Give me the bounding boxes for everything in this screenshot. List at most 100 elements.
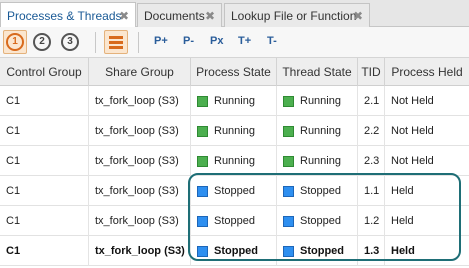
column-header-control-group[interactable]: Control Group: [0, 58, 89, 86]
toolbar: 1 2 3 P+ P- Px T+ T-: [0, 27, 469, 58]
cell-share-group-text: tx_fork_loop (S3): [95, 245, 185, 257]
focus-button-1[interactable]: 1: [6, 33, 24, 51]
cell-share-group-text: tx_fork_loop (S3): [95, 125, 179, 137]
cell-process-state-text: Stopped: [214, 245, 258, 257]
cell-process-held: Held: [385, 206, 469, 236]
table-row[interactable]: C1 tx_fork_loop (S3) Running Running 2.3 Not …: [0, 146, 469, 176]
cell-process-held-text: Not Held: [391, 155, 434, 167]
stopped-status-icon: [283, 245, 294, 257]
cell-tid: 2.2: [358, 116, 385, 146]
thread-next-button[interactable]: T+: [238, 35, 251, 47]
table-row[interactable]: C1 tx_fork_loop (S3) Running Running 2.1 Not …: [0, 86, 469, 116]
column-header-process-state[interactable]: Process State: [191, 58, 277, 86]
toolbar-divider: [138, 32, 139, 53]
cell-thread-state-text: Stopped: [300, 215, 341, 227]
cell-control-group: C1: [0, 86, 89, 116]
column-header-thread-state[interactable]: Thread State: [277, 58, 358, 86]
cell-tid: 1.3: [358, 236, 385, 266]
tab-label: Documents: [144, 8, 205, 23]
running-status-icon: [197, 95, 208, 107]
cell-tid-text: 2.2: [364, 125, 380, 137]
cell-thread-state-text: Running: [300, 155, 341, 167]
stopped-status-icon: [197, 245, 208, 257]
cell-process-held: Not Held: [385, 116, 469, 146]
cell-tid: 1.2: [358, 206, 385, 236]
running-status-icon: [197, 125, 208, 137]
cell-control-group: C1: [0, 116, 89, 146]
cell-process-held-text: Held: [391, 215, 414, 227]
cell-thread-state-text: Running: [300, 125, 341, 137]
cell-process-state-text: Running: [214, 155, 255, 167]
table-row[interactable]: C1 tx_fork_loop (S3) Stopped Stopped 1.3 Held: [0, 236, 469, 266]
lines-icon[interactable]: [104, 30, 128, 54]
table-row[interactable]: C1 tx_fork_loop (S3) Stopped Stopped 1.2 Held: [0, 206, 469, 236]
cell-process-held-text: Held: [391, 185, 414, 197]
cell-thread-state-text: Running: [300, 95, 341, 107]
stopped-status-icon: [197, 215, 208, 227]
focus-button-3[interactable]: 3: [61, 33, 79, 51]
cell-process-held-text: Not Held: [391, 125, 434, 137]
tab-lookup-file-function[interactable]: Lookup File or Function ✖: [224, 3, 370, 27]
process-close-button[interactable]: Px: [210, 35, 223, 47]
cell-share-group-text: tx_fork_loop (S3): [95, 215, 179, 227]
cell-process-state-text: Running: [214, 125, 255, 137]
cell-thread-state: Stopped: [277, 176, 358, 206]
close-icon[interactable]: ✖: [353, 10, 363, 22]
cell-process-held: Held: [385, 236, 469, 266]
focus-button-2[interactable]: 2: [33, 33, 51, 51]
cell-process-state: Running: [191, 146, 277, 176]
cell-control-group: C1: [0, 176, 89, 206]
tab-documents[interactable]: Documents ✖: [137, 3, 222, 27]
cell-tid-text: 2.1: [364, 95, 380, 107]
cell-thread-state: Stopped: [277, 206, 358, 236]
cell-tid-text: 1.3: [364, 245, 380, 257]
cell-control-group: C1: [0, 236, 89, 266]
cell-control-group: C1: [0, 206, 89, 236]
cell-process-state-text: Stopped: [214, 185, 255, 197]
stopped-status-icon: [283, 215, 294, 227]
cell-thread-state-text: Stopped: [300, 185, 341, 197]
table-row[interactable]: C1 tx_fork_loop (S3) Stopped Stopped 1.1 Held: [0, 176, 469, 206]
cell-process-held-text: Not Held: [391, 95, 434, 107]
cell-process-state: Stopped: [191, 236, 277, 266]
process-prev-button[interactable]: P-: [183, 35, 194, 47]
cell-share-group: tx_fork_loop (S3): [89, 86, 191, 116]
cell-control-group-text: C1: [6, 215, 21, 227]
thread-prev-button[interactable]: T-: [267, 35, 277, 47]
cell-share-group: tx_fork_loop (S3): [89, 236, 191, 266]
tab-bar: Processes & Threads ✖ Documents ✖ Lookup…: [0, 0, 469, 28]
tab-label: Lookup File or Function: [231, 8, 357, 23]
cell-thread-state: Running: [277, 86, 358, 116]
cell-tid-text: 1.2: [364, 215, 380, 227]
cell-process-state-text: Running: [214, 95, 255, 107]
cell-control-group-text: C1: [6, 245, 21, 257]
cell-tid: 2.3: [358, 146, 385, 176]
cell-share-group: tx_fork_loop (S3): [89, 116, 191, 146]
cell-share-group-text: tx_fork_loop (S3): [95, 95, 179, 107]
cell-control-group-text: C1: [6, 95, 21, 107]
table-row[interactable]: C1 tx_fork_loop (S3) Running Running 2.2 Not …: [0, 116, 469, 146]
tab-label: Processes & Threads: [7, 8, 122, 23]
tab-processes-threads[interactable]: Processes & Threads ✖: [0, 2, 136, 28]
toolbar-divider: [95, 32, 96, 53]
cell-share-group-text: tx_fork_loop (S3): [95, 155, 179, 167]
running-status-icon: [283, 155, 294, 167]
table-header: Control Group Share Group Process State …: [0, 58, 469, 86]
cell-control-group: C1: [0, 146, 89, 176]
cell-thread-state: Running: [277, 146, 358, 176]
column-header-tid[interactable]: TID: [358, 58, 385, 86]
cell-control-group-text: C1: [6, 155, 21, 167]
process-next-button[interactable]: P+: [154, 35, 168, 47]
cell-process-state-text: Stopped: [214, 215, 255, 227]
cell-tid: 1.1: [358, 176, 385, 206]
cell-process-state: Running: [191, 116, 277, 146]
column-header-process-held[interactable]: Process Held: [385, 58, 469, 86]
running-status-icon: [283, 125, 294, 137]
cell-thread-state-text: Stopped: [300, 245, 344, 257]
column-header-share-group[interactable]: Share Group: [89, 58, 191, 86]
cell-process-held-text: Held: [391, 245, 415, 257]
cell-process-state: Stopped: [191, 206, 277, 236]
cell-process-state: Stopped: [191, 176, 277, 206]
close-icon[interactable]: ✖: [119, 10, 129, 22]
close-icon[interactable]: ✖: [205, 10, 215, 22]
